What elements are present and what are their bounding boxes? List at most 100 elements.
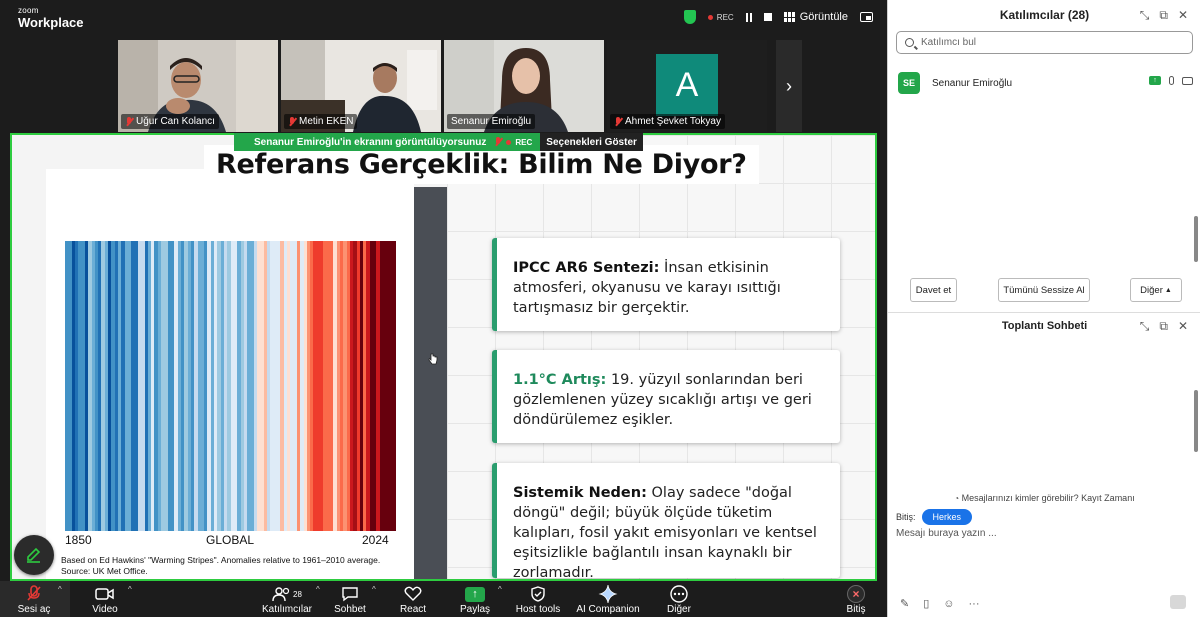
more-button[interactable]: Diğer <box>664 581 694 617</box>
warming-stripes-chart <box>65 241 397 531</box>
video-options-caret-icon[interactable]: ^ <box>128 585 132 594</box>
show-options-button[interactable]: Seçenekleri Göster <box>540 133 643 151</box>
pop-out-icon[interactable]: ⧉ <box>1159 8 1168 23</box>
participant-name: Metin EKEN <box>299 116 354 127</box>
mic-icon <box>1169 76 1174 85</box>
participant-search <box>896 31 1193 54</box>
end-label: Bitiş <box>846 604 866 615</box>
stop-recording-icon[interactable] <box>763 13 772 21</box>
logo-big: Workplace <box>18 15 84 30</box>
view-button[interactable]: Görüntüle <box>783 11 848 23</box>
rec-label: REC <box>716 12 734 22</box>
video-camera-icon <box>95 584 115 604</box>
top-right-controls: REC Görüntüle <box>683 10 873 24</box>
video-tile[interactable]: A Ahmet Şevket Tokyay <box>607 40 767 132</box>
grid-view-icon <box>783 12 795 22</box>
participants-count: 28 <box>293 589 302 599</box>
search-icon <box>905 38 914 47</box>
participants-scrollbar[interactable] <box>1194 216 1198 262</box>
info-box-heading: Sistemik Neden: <box>513 485 647 501</box>
host-tools-label: Host tools <box>515 604 561 615</box>
shared-screen[interactable]: 1850 GLOBAL 2024 Based on Ed Hawkins' "W… <box>10 133 877 581</box>
unmute-label: Sesi aç <box>17 604 51 615</box>
ai-companion-button[interactable]: AI Companion <box>576 581 640 617</box>
pop-out-icon[interactable]: ⧉ <box>1159 319 1168 334</box>
invite-button[interactable]: Davet et <box>910 278 957 302</box>
chart-label-center: GLOBAL <box>205 533 255 547</box>
more-dots-icon[interactable]: ··· <box>969 598 980 610</box>
muted-mic-icon <box>494 137 502 147</box>
close-icon[interactable]: ✕ <box>1178 319 1188 334</box>
recipient-select[interactable]: Herkes <box>921 509 973 525</box>
caption-line: Based on Ed Hawkins' "Warming Stripes". … <box>61 555 381 565</box>
participant-search-input[interactable] <box>921 37 1171 48</box>
rec-dot-icon <box>506 139 512 145</box>
participant-row[interactable]: SE Senanur Emiroğlu ↑ <box>898 72 1193 94</box>
video-tile-active-speaker[interactable]: Senanur Emiroğlu <box>444 40 604 132</box>
view-label: Görüntüle <box>799 11 848 23</box>
participant-name: Senanur Emiroğlu <box>451 116 532 127</box>
participant-name-tag: Ahmet Şevket Tokyay <box>610 114 725 129</box>
share-screen-button[interactable]: ↑ Paylaş <box>456 581 494 617</box>
info-box: 1.1°C Artış: 19. yüzyıl sonlarından beri… <box>492 350 840 443</box>
muted-mic-icon <box>26 584 42 604</box>
end-meeting-button[interactable]: × Bitiş <box>842 581 870 617</box>
rec-dot-icon <box>707 14 713 20</box>
chat-options-caret-icon[interactable]: ^ <box>372 585 376 594</box>
participants-button[interactable]: 28 Katılımcılar <box>262 581 312 617</box>
shield-icon <box>531 584 545 604</box>
info-box-heading: IPCC AR6 Sentezi: <box>513 260 660 276</box>
collapse-icon[interactable]: ⤡ <box>1140 8 1150 23</box>
sparkle-icon <box>598 584 618 604</box>
participant-name: Senanur Emiroğlu <box>932 77 1013 89</box>
muted-mic-icon <box>125 116 133 127</box>
slide-dark-band <box>414 187 447 579</box>
share-banner-text: Senanur Emiroğlu'in ekranını görüntülüyo… <box>254 136 487 148</box>
recipient-label: Bitiş: <box>896 512 916 522</box>
send-icon[interactable] <box>1170 595 1186 609</box>
chat-tools: ✎ ▯ ☺ ··· <box>900 597 980 611</box>
unmute-button[interactable]: Sesi aç <box>14 581 54 617</box>
file-icon[interactable]: ▯ <box>923 597 929 610</box>
video-button[interactable]: Video <box>88 581 122 617</box>
chat-recipient-row: Bitiş: Herkes <box>896 509 973 525</box>
host-tools-button[interactable]: Host tools <box>514 581 562 617</box>
chat-button[interactable]: Sohbet <box>332 581 368 617</box>
info-icon: ◔ <box>954 494 960 503</box>
share-rec-label: REC <box>515 137 533 147</box>
video-tile[interactable]: Metin EKEN <box>281 40 441 132</box>
participant-name: Uğur Can Kolancı <box>136 116 215 127</box>
warming-stripes-card: 1850 GLOBAL 2024 Based on Ed Hawkins' "W… <box>46 169 414 579</box>
meeting-toolbar: Sesi aç ^ Video ^ 28 Katılımcılar ^ Sohb… <box>0 581 887 617</box>
pause-recording-icon[interactable] <box>745 12 752 22</box>
security-shield-icon[interactable] <box>683 10 696 24</box>
emoji-icon[interactable]: ☺ <box>943 598 954 610</box>
participant-name-tag: Metin EKEN <box>284 114 358 129</box>
video-tile[interactable]: Uğur Can Kolancı <box>118 40 278 132</box>
format-text-icon[interactable]: ✎ <box>900 597 909 610</box>
chat-visibility-note[interactable]: ◔ Mesajlarınızı kimler görebilir? Kayıt … <box>888 493 1200 503</box>
picture-in-picture-icon[interactable] <box>860 12 873 22</box>
chat-scrollbar[interactable] <box>1194 390 1198 452</box>
mute-all-button[interactable]: Tümünü Sessize Al <box>998 278 1090 302</box>
react-button[interactable]: React <box>396 581 430 617</box>
top-bar: zoom Workplace REC Görüntüle <box>0 0 887 38</box>
chat-panel-controls: ⤡ ⧉ ✕ <box>1140 319 1188 334</box>
chat-visibility-text: Mesajlarınızı kimler görebilir? Kayıt Za… <box>961 493 1135 503</box>
more-options-button[interactable]: Diğer ▲ <box>1130 278 1182 302</box>
meeting-area: zoom Workplace REC Görüntüle Uğur Can Ko… <box>0 0 887 617</box>
audio-options-caret-icon[interactable]: ^ <box>58 585 62 594</box>
close-x-icon: × <box>847 585 865 603</box>
chat-message-input[interactable]: Mesajı buraya yazın ... <box>896 528 1191 539</box>
hand-cursor-icon <box>428 353 438 365</box>
participant-status-icons: ↑ <box>1149 76 1193 85</box>
close-icon[interactable]: ✕ <box>1178 8 1188 23</box>
share-options-caret-icon[interactable]: ^ <box>498 585 502 594</box>
next-page-chevron-icon[interactable]: › <box>776 40 802 132</box>
side-panel: Katılımcılar (28) ⤡ ⧉ ✕ SE Senanur Emiro… <box>887 0 1200 617</box>
participants-options-caret-icon[interactable]: ^ <box>316 585 320 594</box>
chat-label: Sohbet <box>334 604 366 615</box>
annotate-pencil-icon[interactable] <box>14 535 54 575</box>
avatar: SE <box>898 72 920 94</box>
collapse-icon[interactable]: ⤡ <box>1140 319 1150 334</box>
